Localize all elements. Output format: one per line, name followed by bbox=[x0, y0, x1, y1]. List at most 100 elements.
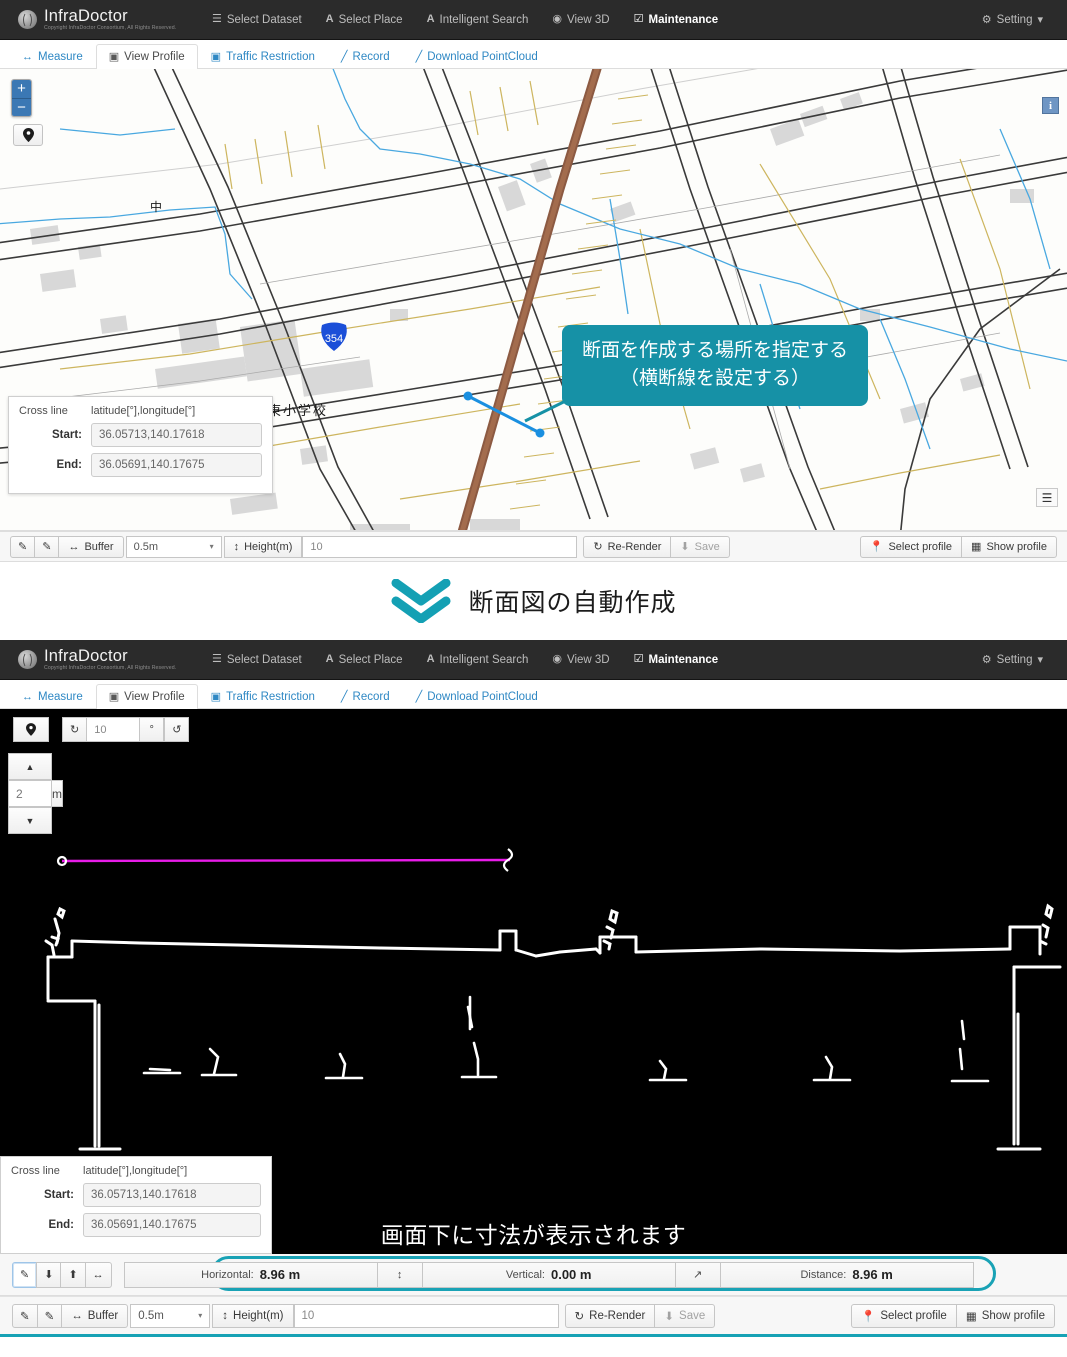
rerender-button[interactable]: ↻ Re-Render bbox=[583, 535, 672, 558]
check-square-icon: ☑ bbox=[633, 13, 644, 25]
brand-copyright: Copyright InfraDoctor Consortium, All Ri… bbox=[44, 25, 177, 32]
arrows-h-icon: ↔ bbox=[71, 1309, 83, 1322]
rerender-button[interactable]: ↻ Re-Render bbox=[564, 1303, 656, 1328]
height-input[interactable] bbox=[302, 535, 578, 558]
show-profile-button[interactable]: ▦ Show profile bbox=[961, 535, 1057, 558]
nav-item-view-3d[interactable]: ◉ View 3D bbox=[540, 640, 621, 680]
measure-horizontal-button[interactable]: ↔ bbox=[84, 1261, 112, 1288]
chevron-down-icon: ▾ bbox=[198, 1311, 203, 1320]
distance-icon-cell[interactable]: ↗ bbox=[674, 1261, 721, 1288]
download-icon: ⬇ bbox=[680, 541, 690, 553]
nav-label: Setting bbox=[996, 654, 1033, 666]
map-canvas[interactable]: 中 市立東小学校 354 + − i ☰ 断面を作成する場所を指定する （横断線… bbox=[0, 69, 1067, 531]
crossline-panel-1: Cross line latitude[°],longitude[°] Star… bbox=[8, 396, 273, 494]
horizontal-readout: Horizontal: 8.96 m bbox=[123, 1261, 378, 1288]
buffer-select[interactable]: 0.5m ▾ bbox=[130, 1303, 211, 1328]
tab-measure[interactable]: ↔ Measure bbox=[9, 45, 96, 69]
tab-download-pointcloud[interactable]: ╱ Download PointCloud bbox=[403, 684, 551, 709]
refresh-icon: ↻ bbox=[574, 1310, 585, 1323]
horizontal-label: Horizontal: bbox=[201, 1268, 254, 1281]
map-zoom-controls[interactable]: + − bbox=[11, 79, 32, 117]
edit-square-icon: ✎ bbox=[42, 541, 52, 553]
save-button[interactable]: ⬇ Save bbox=[670, 535, 730, 558]
image-icon: ▣ bbox=[108, 51, 120, 63]
select-profile-button[interactable]: 📍 Select profile bbox=[859, 535, 963, 558]
show-profile-label: Show profile bbox=[986, 540, 1047, 553]
save-label: Save bbox=[694, 540, 720, 553]
height-input[interactable] bbox=[293, 1303, 559, 1328]
buffer-select[interactable]: 0.5m ▾ bbox=[125, 535, 222, 558]
zoom-out-button[interactable]: − bbox=[12, 98, 31, 116]
brand-logo-2[interactable]: InfraDoctor Copyright InfraDoctor Consor… bbox=[0, 648, 200, 672]
render-group-1: ↻ Re-Render ⬇ Save bbox=[583, 535, 730, 558]
brand-logo[interactable]: InfraDoctor Copyright InfraDoctor Consor… bbox=[0, 8, 200, 32]
pencil-icon: ╱ bbox=[340, 691, 348, 703]
control-toolbar-2: ✎ ✎ ↔ Buffer 0.5m ▾ ↕ Height(m) ↻ Re-Ren… bbox=[0, 1296, 1067, 1334]
marker-a-icon: A bbox=[426, 13, 435, 25]
angle-input[interactable] bbox=[87, 717, 140, 742]
nav-item-select-place[interactable]: A Select Place bbox=[314, 0, 415, 40]
save-button[interactable]: ⬇ Save bbox=[654, 1303, 716, 1328]
nav-item-maintenance[interactable]: ☑ Maintenance bbox=[622, 0, 731, 40]
profile-pin-button[interactable] bbox=[13, 717, 49, 742]
tab-view-profile[interactable]: ▣ View Profile bbox=[95, 44, 198, 69]
measure-pencil-button[interactable]: ✎ bbox=[12, 1261, 38, 1288]
pencil-button[interactable]: ✎ bbox=[12, 1303, 38, 1328]
tab-traffic-restriction[interactable]: ▣ Traffic Restriction bbox=[198, 684, 328, 709]
nav-item-select-dataset[interactable]: ☰ Select Dataset bbox=[200, 640, 314, 680]
nav-item-view-3d[interactable]: ◉ View 3D bbox=[540, 0, 621, 40]
buffer-button[interactable]: ↔ Buffer bbox=[61, 1303, 129, 1328]
scale-input[interactable] bbox=[8, 780, 52, 807]
edit-square-button[interactable]: ✎ bbox=[34, 535, 60, 558]
show-profile-button[interactable]: ▦ Show profile bbox=[955, 1303, 1055, 1328]
crossline-end-label: End: bbox=[56, 459, 82, 471]
pencil-icon: ✎ bbox=[20, 1310, 30, 1323]
nav-item-select-dataset[interactable]: ☰ Select Dataset bbox=[200, 0, 314, 40]
nav-item-setting[interactable]: ⚙ Setting ▾ bbox=[970, 0, 1055, 40]
tab-measure[interactable]: ↔ Measure bbox=[9, 685, 96, 709]
buffer-button[interactable]: ↔ Buffer bbox=[58, 535, 124, 558]
edit-square-button[interactable]: ✎ bbox=[36, 1303, 63, 1328]
tab-traffic-restriction[interactable]: ▣ Traffic Restriction bbox=[198, 44, 328, 69]
map-pin-button[interactable] bbox=[13, 124, 43, 146]
map-label-chu: 中 bbox=[150, 199, 162, 214]
measure-upload-button[interactable]: ⬆ bbox=[60, 1261, 86, 1288]
crossline-start-input[interactable] bbox=[91, 423, 262, 447]
bottom-accent-rule bbox=[0, 1334, 1067, 1337]
height-button[interactable]: ↕ Height(m) bbox=[223, 535, 303, 558]
vertical-icon-cell[interactable]: ↕ bbox=[376, 1261, 423, 1288]
tab-view-profile[interactable]: ▣ View Profile bbox=[95, 684, 198, 709]
crossline-end-input[interactable] bbox=[91, 453, 262, 477]
nav-item-select-place[interactable]: A Select Place bbox=[314, 640, 415, 680]
globe-icon bbox=[18, 9, 37, 29]
tab-download-pointcloud[interactable]: ╱ Download PointCloud bbox=[403, 44, 551, 69]
map-menu-button[interactable]: ☰ bbox=[1036, 488, 1058, 507]
pencil-button[interactable]: ✎ bbox=[10, 535, 36, 558]
measure-download-button[interactable]: ⬇ bbox=[36, 1261, 62, 1288]
nav-item-intelligent-search[interactable]: A Intelligent Search bbox=[415, 640, 541, 680]
map-pin-icon: 📍 bbox=[861, 1310, 876, 1323]
crossline-start-input[interactable] bbox=[83, 1183, 261, 1207]
map-callout: 断面を作成する場所を指定する （横断線を設定する） bbox=[562, 325, 869, 407]
top-navbar-1: InfraDoctor Copyright InfraDoctor Consor… bbox=[0, 0, 1067, 40]
scale-up-button[interactable]: ▲ bbox=[8, 753, 52, 780]
pencil-icon: ╱ bbox=[340, 51, 348, 63]
height-button[interactable]: ↕ Height(m) bbox=[212, 1303, 294, 1328]
scale-down-button[interactable]: ▼ bbox=[8, 807, 52, 834]
rotate-ccw-button[interactable]: ↺ bbox=[164, 717, 190, 742]
measure-line bbox=[61, 858, 511, 863]
tab-record[interactable]: ╱ Record bbox=[328, 684, 403, 709]
profile-canvas[interactable]: ↻ ° ↺ ▲ m ▼ Cross line latitude[°],longi… bbox=[0, 709, 1067, 1254]
tab-label: Measure bbox=[38, 51, 83, 63]
select-profile-button[interactable]: 📍 Select profile bbox=[851, 1303, 957, 1328]
vertical-value: 0.00 m bbox=[550, 1267, 592, 1282]
nav-item-intelligent-search[interactable]: A Intelligent Search bbox=[415, 0, 541, 40]
horizontal-value: 8.96 m bbox=[259, 1267, 301, 1282]
nav-item-maintenance[interactable]: ☑ Maintenance bbox=[622, 640, 731, 680]
nav-label: Select Dataset bbox=[226, 653, 302, 666]
nav-item-setting[interactable]: ⚙ Setting ▾ bbox=[970, 640, 1055, 680]
map-info-button[interactable]: i bbox=[1042, 97, 1059, 114]
zoom-in-button[interactable]: + bbox=[12, 80, 31, 98]
rotate-cw-button[interactable]: ↻ bbox=[62, 717, 88, 742]
tab-record[interactable]: ╱ Record bbox=[328, 44, 403, 69]
